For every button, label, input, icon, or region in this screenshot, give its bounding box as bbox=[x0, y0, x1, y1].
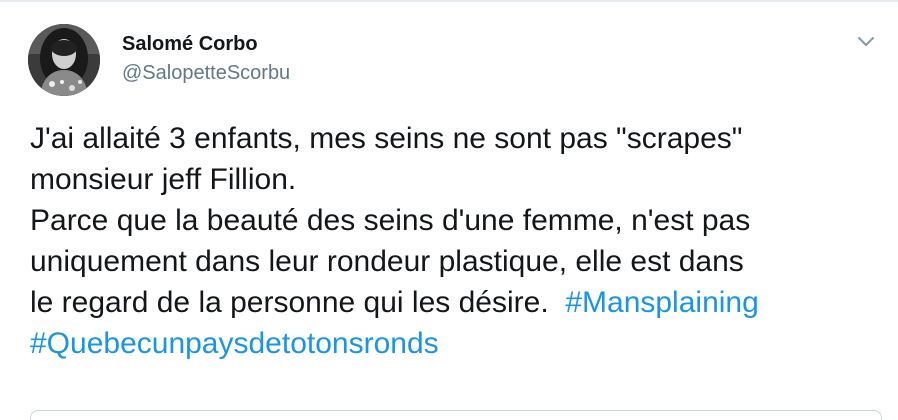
tweet-line-text: le regard de la personne qui les désire. bbox=[30, 286, 566, 319]
tweet-card: Salomé Corbo @SalopetteScorbu J'ai allai… bbox=[0, 0, 898, 420]
tweet-line-with-hashtag: le regard de la personne qui les désire.… bbox=[30, 282, 880, 323]
hashtag-link[interactable]: #Mansplaining bbox=[565, 286, 758, 319]
tweet-line-hashtag: #Quebecunpaysdetotonsronds bbox=[30, 323, 880, 364]
avatar[interactable] bbox=[28, 24, 100, 96]
avatar-photo bbox=[28, 24, 100, 96]
tweet-menu-button[interactable] bbox=[852, 28, 880, 56]
chevron-down-icon bbox=[858, 37, 874, 46]
tweet-text: J'ai allaité 3 enfants, mes seins ne son… bbox=[30, 118, 880, 364]
author-handle[interactable]: @SalopetteScorbu bbox=[122, 62, 290, 85]
embedded-card[interactable] bbox=[30, 410, 882, 420]
tweet-line: monsieur jeff Fillion. bbox=[30, 163, 297, 196]
author-name[interactable]: Salomé Corbo bbox=[122, 33, 258, 56]
tweet-line: uniquement dans leur rondeur plastique, … bbox=[30, 245, 744, 278]
tweet-line: Parce que la beauté des seins d'une femm… bbox=[30, 204, 751, 237]
hashtag-link[interactable]: #Quebecunpaysdetotonsronds bbox=[30, 327, 439, 360]
tweet-line: J'ai allaité 3 enfants, mes seins ne son… bbox=[30, 122, 743, 155]
